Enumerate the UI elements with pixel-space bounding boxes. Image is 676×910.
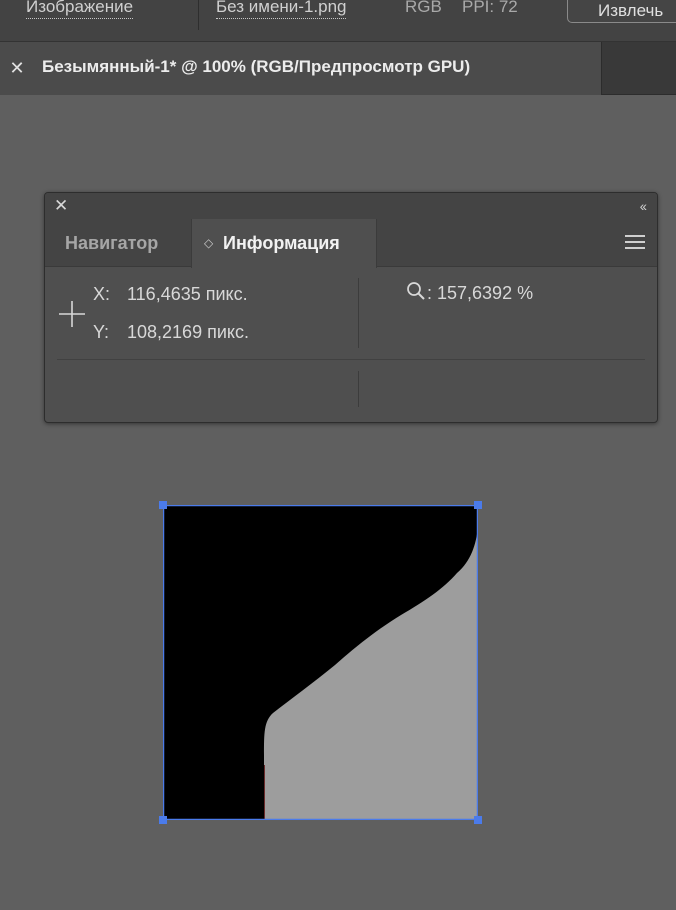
document-tab[interactable]: ✕ Безымянный-1* @ 100% (RGB/Предпросмотр… xyxy=(0,42,602,95)
x-coordinate-key: X: xyxy=(93,284,111,304)
image-menu-label[interactable]: Изображение xyxy=(26,0,134,19)
panel-body: X: 116,4635 пикс. Y: 108,2169 пикс. : 15… xyxy=(45,268,657,422)
ppi-label: PPI: 72 xyxy=(462,0,518,16)
panel-header[interactable]: ✕ ‹‹ xyxy=(45,193,657,219)
extract-button[interactable]: Извлечь xyxy=(567,0,676,23)
tab-toggle-icon[interactable]: ◇ xyxy=(204,219,213,267)
selection-handle-top-right[interactable] xyxy=(474,501,482,509)
panel-divider xyxy=(358,278,359,348)
panel-menu-icon[interactable] xyxy=(625,235,645,249)
control-bar-divider xyxy=(198,0,199,30)
document-tab-title: Безымянный-1* @ 100% (RGB/Предпросмотр G… xyxy=(42,57,471,76)
close-icon[interactable]: ✕ xyxy=(8,57,26,79)
collapse-icon[interactable]: ‹‹ xyxy=(640,195,647,217)
tab-info-label: Информация xyxy=(223,233,340,253)
crosshair-icon xyxy=(59,301,85,327)
linked-filename[interactable]: Без имени-1.png xyxy=(216,0,347,19)
document-tab-bar: ✕ Безымянный-1* @ 100% (RGB/Предпросмотр… xyxy=(0,42,676,95)
close-icon[interactable]: ✕ xyxy=(54,194,68,218)
selection-handle-bottom-left[interactable] xyxy=(159,816,167,824)
zoom-icon xyxy=(407,282,425,300)
x-coordinate-value: 116,4635 пикс. xyxy=(127,284,248,304)
zoom-value: : 157,6392 % xyxy=(427,283,534,303)
y-coordinate-value: 108,2169 пикс. xyxy=(127,322,249,342)
panel-divider xyxy=(358,371,359,407)
color-mode-label: RGB xyxy=(405,0,442,16)
image-content xyxy=(163,505,478,820)
tab-info[interactable]: ◇ Информация xyxy=(191,219,377,268)
tab-navigator[interactable]: Навигатор xyxy=(65,219,158,267)
selection-handle-bottom-right[interactable] xyxy=(474,816,482,824)
placed-image[interactable] xyxy=(159,501,482,824)
y-coordinate-key: Y: xyxy=(93,322,110,342)
selection-handle-top-left[interactable] xyxy=(159,501,167,509)
panel-tabs: Навигатор ◇ Информация xyxy=(45,219,657,268)
control-bar: Изображение Без имени-1.png RGB PPI: 72 … xyxy=(0,0,676,42)
panel-divider xyxy=(57,359,645,360)
info-panel: ✕ ‹‹ Навигатор ◇ Информация X: 116,4635 … xyxy=(44,192,658,423)
tab-navigator-label: Навигатор xyxy=(65,233,159,253)
